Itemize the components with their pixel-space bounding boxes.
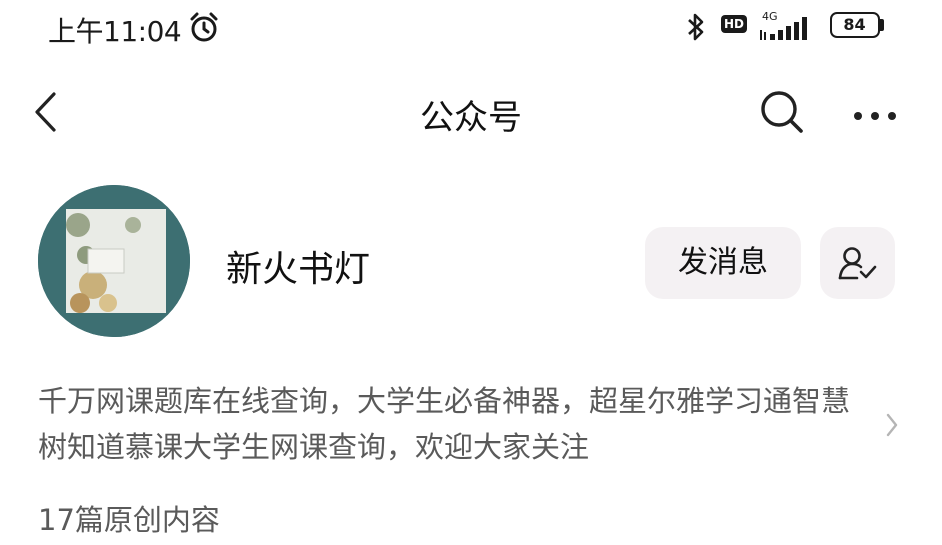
chevron-right-icon[interactable] (884, 411, 900, 443)
status-bar: 上午11:04 HD 4G 84 (0, 0, 942, 56)
follow-button[interactable] (820, 227, 895, 299)
battery-level: 84 (843, 15, 866, 34)
search-icon[interactable] (758, 88, 806, 140)
signal-icon (758, 12, 818, 46)
more-dots-icon[interactable] (853, 106, 897, 125)
hd-badge: HD (721, 15, 747, 33)
account-name: 新火书灯 (226, 249, 371, 290)
original-content-count[interactable]: 17篇原创内容 (38, 497, 220, 539)
avatar[interactable] (38, 185, 190, 337)
alarm-clock-icon (186, 9, 222, 49)
battery-tip (880, 19, 884, 31)
battery-icon: 84 (830, 12, 880, 38)
person-check-icon (838, 247, 877, 280)
account-description[interactable]: 千万网课题库在线查询，大学生必备神器，超星尔雅学习通智慧树知道慕课大学生网课查询… (38, 378, 873, 470)
send-message-button[interactable]: 发消息 (645, 227, 801, 299)
bluetooth-icon (684, 11, 708, 47)
status-time: 上午11:04 (48, 15, 182, 48)
nav-bar: 公众号 (0, 72, 942, 152)
